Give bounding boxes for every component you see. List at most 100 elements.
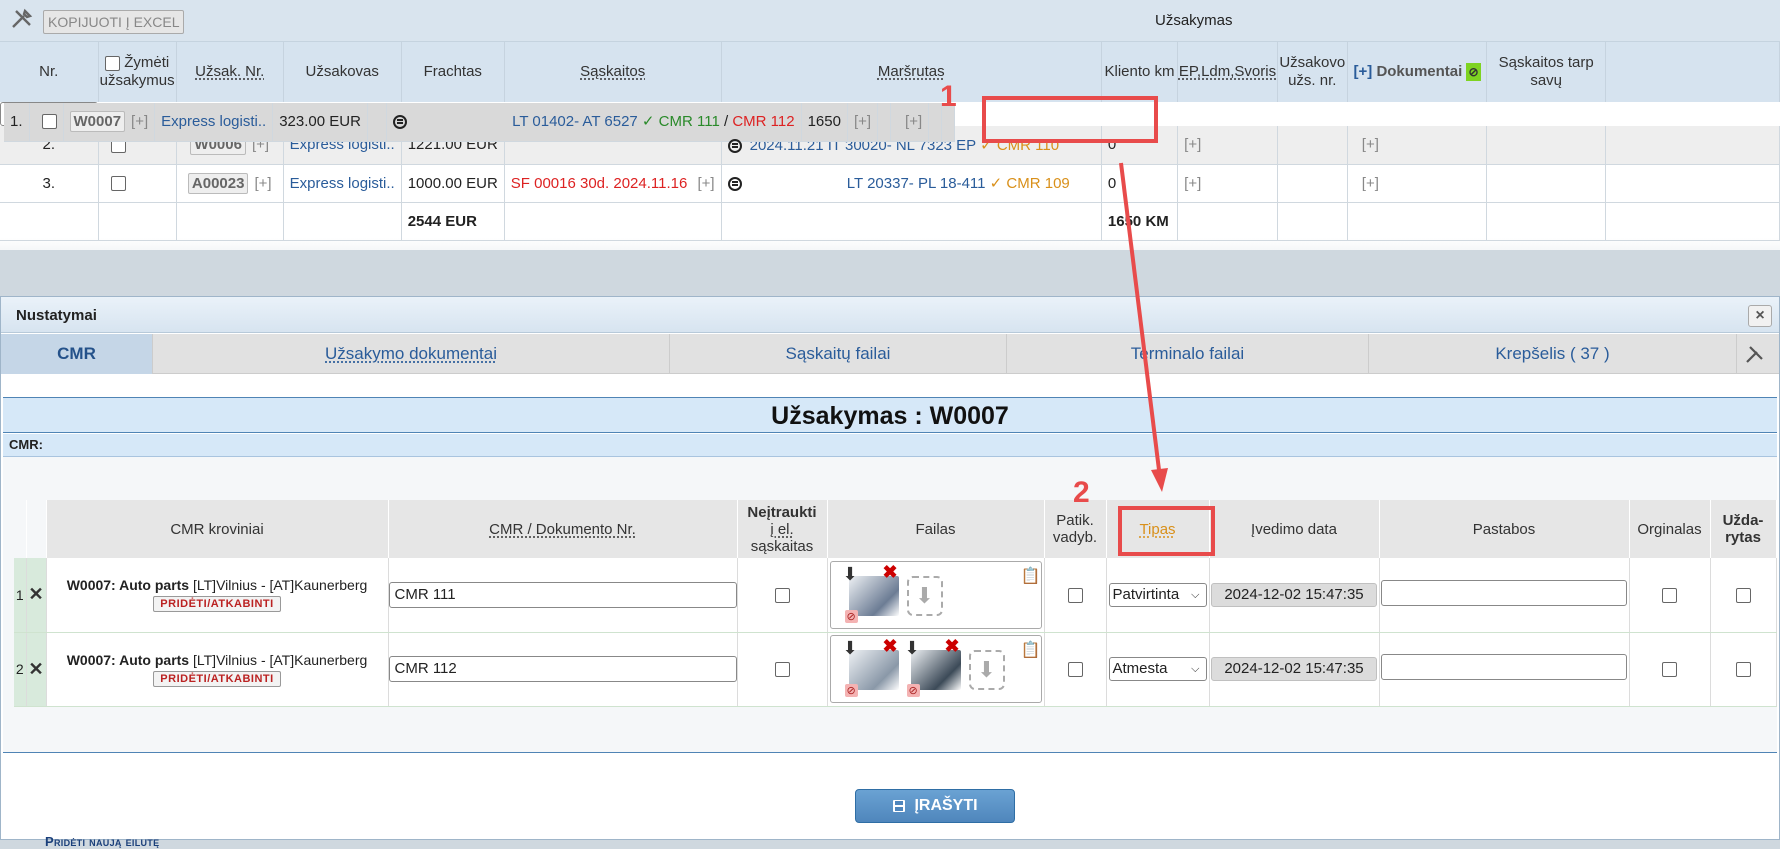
type-select[interactable]: Patvirtinta ⌵ [1108,582,1207,607]
cmr-section: CMR kroviniai CMR / Dokumento Nr. Neįtra… [3,457,1777,849]
tab-basket[interactable]: Krepšelis ( 37 ) [1369,334,1737,374]
tools-icon[interactable] [10,7,34,31]
save-button[interactable]: ĮRAŠYTI [855,789,1015,823]
attach-detach-button[interactable]: PRIDĖTI/ATKABINTI [153,670,281,687]
freight-value: 323.00 EUR [272,103,368,142]
row-index: 2 [14,632,27,707]
delete-icon[interactable]: ✖ [883,636,898,657]
exclude-checkbox[interactable] [774,662,790,678]
notes-input[interactable] [1381,654,1627,680]
paperclip-icon: ⊘ [1466,63,1481,81]
ep-expand[interactable]: [+] [1177,164,1278,203]
mark-all-checkbox[interactable] [105,55,121,71]
download-icon[interactable]: ⬇ [905,638,920,659]
copy-to-excel-button[interactable]: KOPIJUOTI Į EXCEL [43,10,185,34]
cmr-link[interactable]: ✓ CMR 111 [642,113,720,130]
col-docs[interactable]: [+] Dokumentai ⊘ [1347,42,1488,102]
annotation-number-2: 2 [1073,476,1090,509]
cmr-section-label: CMR: [3,434,1777,457]
cmr-row[interactable]: 2 ✕ W0007: Auto parts [LT]Vilnius - [AT]Ka… [14,632,1777,707]
cmr-number-input[interactable]: CMR 111 [388,581,737,608]
col-file: Failas [827,500,1045,558]
order-number[interactable]: W0007 [69,110,126,132]
total-freight: 2544 EUR [401,202,505,241]
table-row[interactable]: 1. W0007 [+] Express logisti.. 323.00 EUR LT… [0,102,956,142]
delete-icon[interactable]: ✖ [945,636,960,657]
total-km: 1650 KM [1101,202,1179,241]
original-checkbox[interactable] [1662,587,1677,603]
route-text[interactable]: LT 20337- PL 18-411 [847,175,986,192]
order-title: Užsakymas : W0007 [3,397,1777,433]
cmr-link[interactable]: CMR 112 [732,113,794,130]
client-name[interactable]: Express logisti.. [154,103,274,142]
checked-checkbox[interactable] [1067,662,1083,678]
col-mark[interactable]: Žymėti užsakymus [98,42,177,102]
row-checkbox[interactable] [41,114,57,130]
table-row[interactable]: 3. A00023 [+] Express logisti.. 1000.00 EUR S… [0,164,1780,203]
upload-icon[interactable]: ⬇ [968,650,1005,690]
invoice-expand[interactable]: [+] [698,175,715,192]
route-menu-icon[interactable] [727,177,742,192]
file-box: ⬇ ✖ ⊘ ⬇ 📋 [829,560,1042,629]
clipboard-icon[interactable]: 📋 [1021,566,1041,586]
floppy-icon [892,799,906,813]
cmr-row[interactable]: 1 ✕ W0007: Auto parts [LT]Vilnius - [AT]Ka… [14,558,1777,633]
tab-order-documents[interactable]: Užsakymo dokumentai [153,334,670,374]
attach-detach-button[interactable]: PRIDĖTI/ATKABINTI [153,596,281,613]
remove-row-icon[interactable]: ✕ [26,632,47,707]
col-closed: Užda-rytas [1710,500,1777,558]
docs-expand[interactable]: [+] [1347,126,1488,165]
route-menu-icon[interactable] [392,114,407,129]
order-number[interactable]: A00023 [187,172,249,194]
tab-invoice-files[interactable]: Sąskaitų failai [670,334,1007,374]
attachment-icon[interactable]: ⊘ [906,684,920,697]
order-expand[interactable]: [+] [254,175,271,192]
docs-expand[interactable]: [+] [890,103,930,142]
route-menu-icon[interactable] [727,138,742,153]
invoice-link[interactable]: SF 00016 30d. 2024.11.16 [511,175,688,192]
col-order-no[interactable]: Užsak. Nr. [176,42,284,102]
upload-icon[interactable]: ⬇ [906,575,943,616]
add-row-link[interactable]: Pridėti naują eilutę [45,834,159,849]
dialog-tabs: CMR Užsakymo dokumentai Sąskaitų failai … [1,334,1779,374]
ep-expand[interactable]: [+] [847,103,879,142]
ep-expand[interactable]: [+] [1177,126,1278,165]
annotation-number-1: 1 [940,80,957,113]
settings-dialog: Nustatymai × CMR Užsakymo dokumentai Sąs… [0,296,1780,849]
docs-expand[interactable]: [+] [1347,164,1488,203]
notes-input[interactable] [1381,579,1627,606]
col-route[interactable]: Maršrutas [721,42,1102,102]
freight-value: 1000.00 EUR [401,164,505,203]
route-text[interactable]: LT 01402- AT 6527 [512,113,638,130]
col-exclude: Neįtraukti į el. sąskaitas [737,500,828,558]
attachment-icon[interactable]: ⊘ [844,609,858,623]
col-between: Sąskaitos tarp savų [1486,42,1607,102]
col-entry-date: Įvedimo data [1209,500,1380,558]
exclude-checkbox[interactable] [774,587,790,603]
checked-checkbox[interactable] [1067,587,1083,603]
close-icon[interactable]: × [1748,305,1772,327]
tab-terminal-files[interactable]: Terminalo failai [1007,334,1369,374]
original-checkbox[interactable] [1662,662,1677,678]
dialog-title: Nustatymai [16,307,97,324]
closed-checkbox[interactable] [1735,662,1751,678]
col-doc-no[interactable]: CMR / Dokumento Nr. [388,500,738,558]
col-client-no: Užsakovo užs. nr. [1277,42,1348,102]
col-ep[interactable]: EP,Ldm,Svoris [1177,42,1278,102]
client-name[interactable]: Express logisti.. [283,164,402,203]
tools-icon[interactable] [1745,344,1765,364]
type-select[interactable]: Atmesta ⌵ [1108,657,1207,681]
clipboard-icon[interactable]: 📋 [1021,640,1041,660]
col-invoices[interactable]: Sąskaitos [504,42,722,102]
tab-cmr[interactable]: CMR [1,334,153,374]
closed-checkbox[interactable] [1735,587,1751,603]
cmr-number-input[interactable]: CMR 112 [388,656,737,682]
row-checkbox[interactable] [110,176,126,192]
download-icon[interactable]: ⬇ [843,638,858,659]
cmr-link[interactable]: ✓ CMR 109 [990,175,1070,192]
delete-icon[interactable]: ✖ [883,562,898,583]
attachment-icon[interactable]: ⊘ [844,684,858,697]
remove-row-icon[interactable]: ✕ [26,558,47,633]
download-icon[interactable]: ⬇ [843,564,858,585]
order-expand[interactable]: [+] [131,113,148,130]
